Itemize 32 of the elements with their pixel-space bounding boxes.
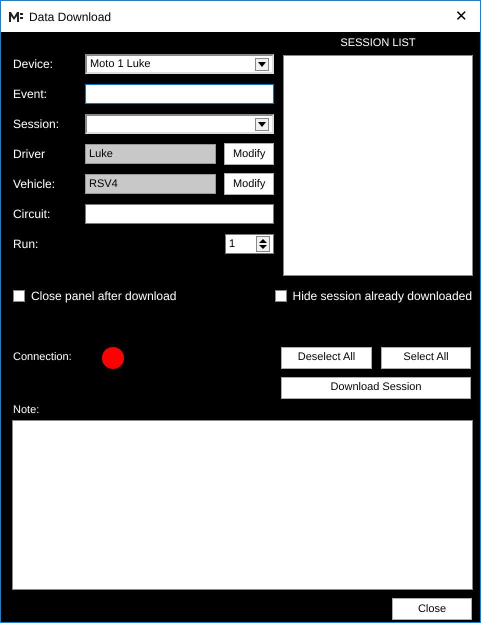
note-field[interactable] <box>12 420 473 590</box>
spinner-arrows-icon <box>256 236 270 252</box>
deselect-all-button[interactable]: Deselect All <box>281 346 372 368</box>
dropdown[interactable]: Moto 1 Luke <box>85 54 274 74</box>
close-button[interactable]: ✕ <box>451 9 472 24</box>
field-label: Session: <box>13 116 60 133</box>
field-label: Device: <box>13 56 54 73</box>
field-label: Event: <box>13 86 48 103</box>
connection-label: Connection: <box>13 350 73 366</box>
input-field[interactable] <box>85 84 274 104</box>
download-session-button[interactable]: Download Session <box>281 376 471 398</box>
input-field[interactable] <box>85 204 274 224</box>
field-label: Driver <box>13 146 46 163</box>
select-all-button[interactable]: Select All <box>381 346 471 368</box>
field-label: Vehicle: <box>13 176 56 193</box>
modify-button[interactable]: Modify <box>224 143 274 165</box>
checkbox-label: Hide session already downloaded <box>292 288 472 304</box>
close-button[interactable]: Close <box>392 598 472 620</box>
logo-icon <box>9 12 23 22</box>
spin-field[interactable]: 1 <box>225 234 274 254</box>
field-label: Circuit: <box>13 206 52 223</box>
window-title: Data Download <box>29 8 112 26</box>
checkbox-label: Close panel after download <box>31 288 176 304</box>
dropdown[interactable] <box>85 114 274 134</box>
modify-button[interactable]: Modify <box>224 173 274 195</box>
checkbox[interactable] <box>13 290 25 302</box>
input-field: Luke <box>85 144 216 164</box>
input-field: RSV4 <box>85 174 216 194</box>
note-label: Note: <box>13 402 40 418</box>
checkbox[interactable] <box>274 290 287 302</box>
field-label: Run: <box>13 236 40 253</box>
list-title: SESSION LIST <box>340 36 416 51</box>
